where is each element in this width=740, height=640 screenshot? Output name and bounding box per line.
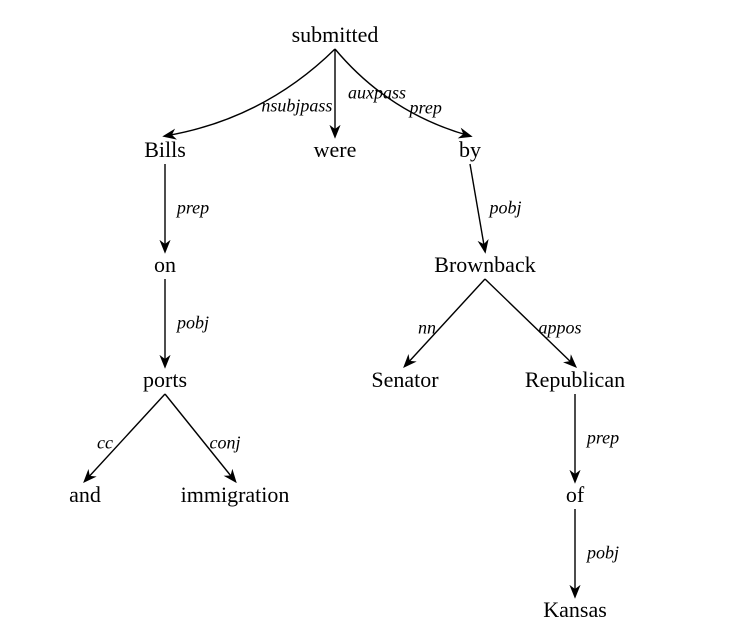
edge-label-pobj: pobj: [489, 197, 521, 218]
node-and: and: [69, 482, 101, 508]
edge-brownback-senator: [405, 279, 485, 366]
node-were: were: [314, 137, 357, 163]
edge-label-prep: prep: [177, 197, 209, 218]
node-senator: Senator: [371, 367, 438, 393]
edge-label-prep: prep: [410, 98, 442, 119]
node-on: on: [154, 252, 176, 278]
node-brownback: Brownback: [434, 252, 535, 278]
dependency-tree-diagram: submitted Bills were by on Brownback ports Sena…: [0, 0, 740, 640]
node-bills: Bills: [144, 137, 186, 163]
edge-label-appos: appos: [538, 317, 581, 338]
edge-submitted-bills: [165, 49, 335, 136]
node-immigration: immigration: [181, 482, 290, 508]
edge-label-nn: nn: [418, 317, 436, 338]
edge-label-pobj: pobj: [587, 542, 619, 563]
node-ports: ports: [143, 367, 187, 393]
edge-by-brownback: [470, 164, 485, 251]
edge-label-cc: cc: [97, 432, 113, 453]
edge-label-auxpass: auxpass: [348, 82, 406, 103]
edge-label-prep: prep: [587, 427, 619, 448]
node-submitted: submitted: [292, 22, 379, 48]
edge-label-nsubjpass: nsubjpass: [261, 95, 332, 116]
node-kansas: Kansas: [543, 597, 607, 623]
edge-label-conj: conj: [210, 432, 241, 453]
node-republican: Republican: [525, 367, 625, 393]
node-of: of: [566, 482, 584, 508]
edge-label-pobj: pobj: [177, 312, 209, 333]
node-by: by: [459, 137, 481, 163]
